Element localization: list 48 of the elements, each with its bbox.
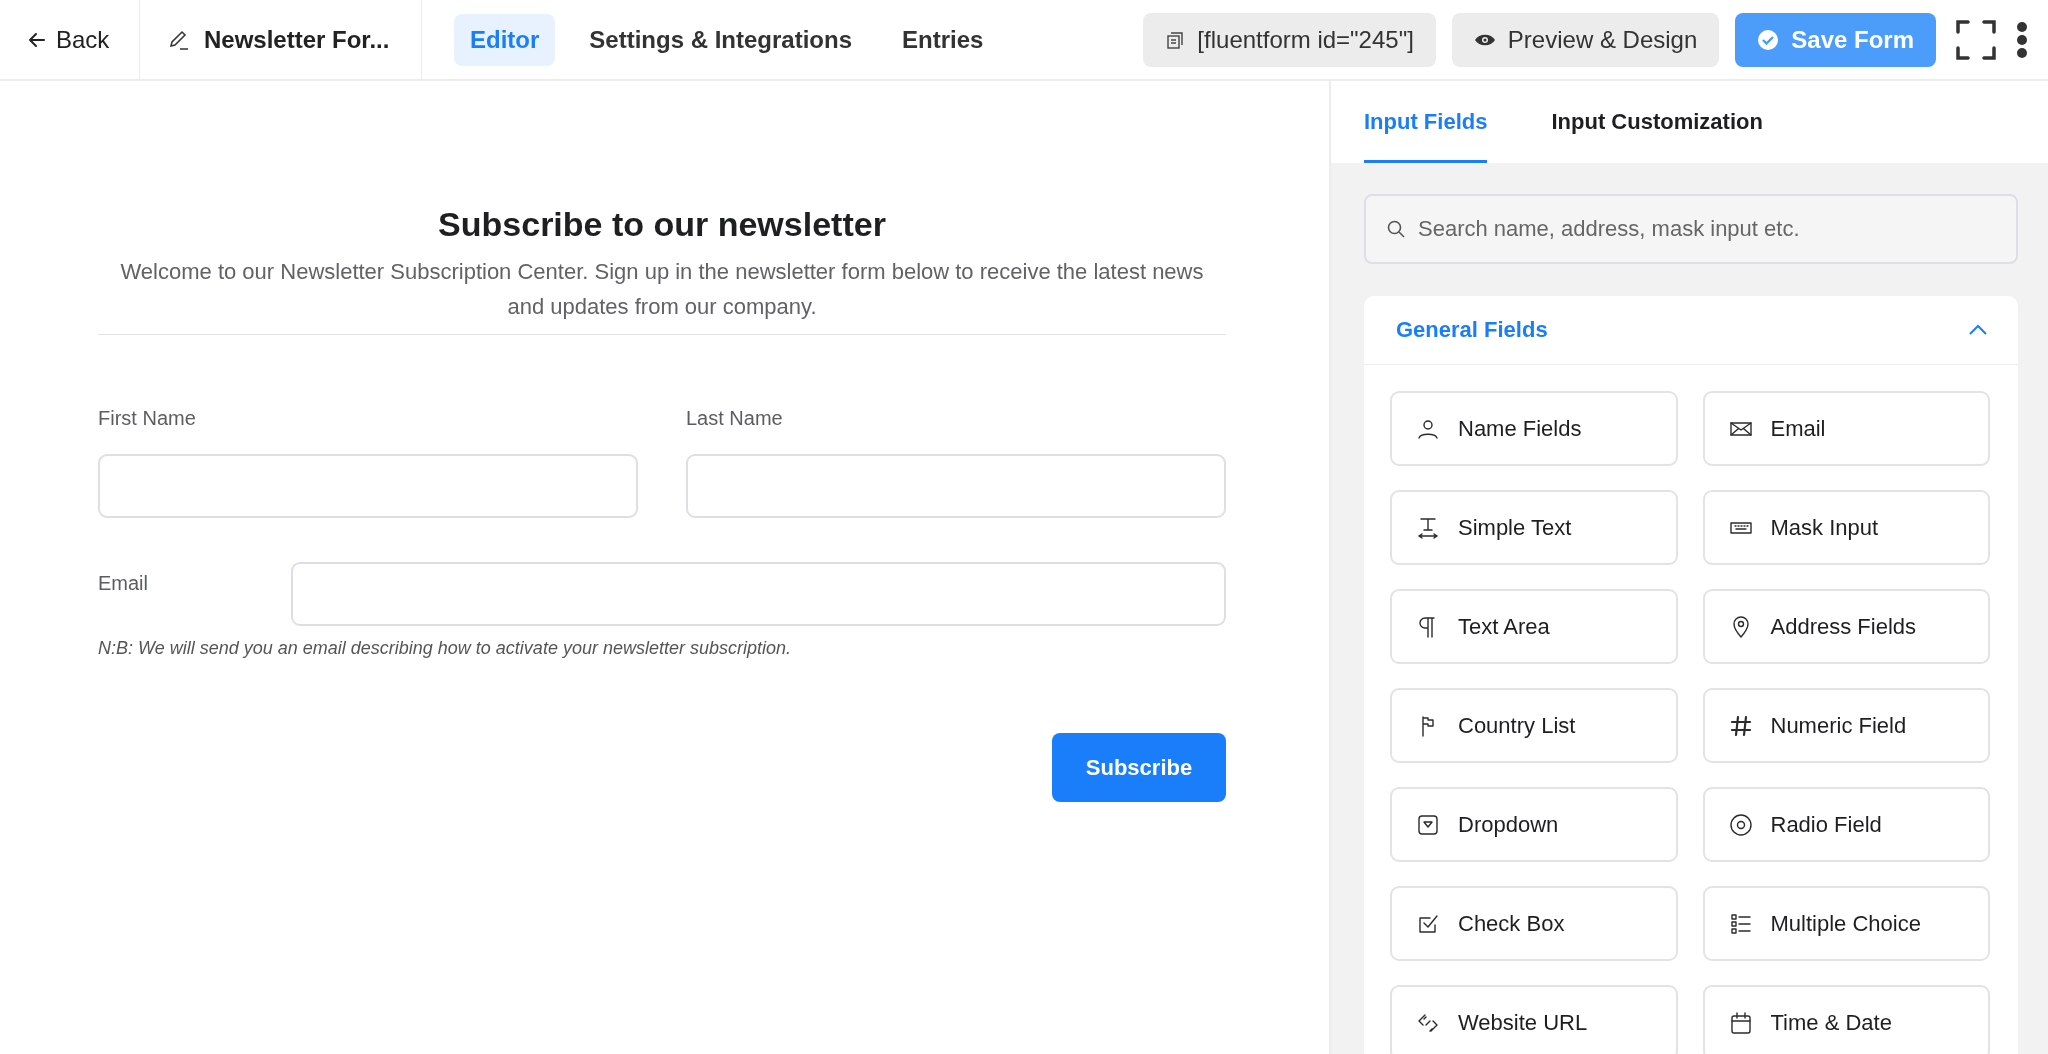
check-circle-icon <box>1757 28 1780 51</box>
panel-tab[interactable]: Input Fields <box>1364 84 1488 163</box>
chevron-icon <box>1968 324 1988 336</box>
form-name: Newsletter For... <box>204 25 390 54</box>
search-field[interactable]: Search name, address, mask input etc. <box>1364 194 2018 264</box>
field-type-button[interactable]: Check Box <box>1390 886 1678 961</box>
last-name-field[interactable] <box>686 454 1226 518</box>
list-icon <box>1728 911 1753 936</box>
shortcode-button[interactable]: [fluentform id="245"] <box>1143 12 1436 67</box>
back-button[interactable]: Back <box>0 0 140 79</box>
field-type-button[interactable]: Address Fields <box>1702 589 1990 664</box>
eye-icon <box>1473 32 1496 47</box>
field-type-button[interactable]: Text Area <box>1390 589 1678 664</box>
help-note: N:B: We will send you an email describing how to activate your newsletter subscription. <box>98 638 792 659</box>
fullscreen-icon[interactable] <box>1956 19 1996 60</box>
subscribe-button[interactable]: Subscribe <box>1052 733 1226 802</box>
form-title: Subscribe to our newsletter <box>437 205 887 244</box>
field-type-button[interactable]: Numeric Field <box>1702 688 1990 763</box>
field-type-button[interactable]: Country List <box>1390 688 1678 763</box>
field-label: Last Name <box>686 407 784 430</box>
field-type-button[interactable]: Dropdown <box>1390 787 1678 862</box>
hash-icon <box>1728 713 1753 738</box>
form-description: Welcome to our Newsletter Subscription Center. Sign up in the newsletter form below to receive the latest news and updates from our company. <box>119 258 1205 321</box>
dropdown-icon <box>1416 812 1440 837</box>
back-arrow-icon <box>28 30 46 49</box>
nav-tab[interactable]: Settings & Integrations <box>573 13 868 66</box>
more-options-icon[interactable] <box>2016 19 2028 60</box>
field-type-button[interactable]: Name Fields <box>1390 391 1678 466</box>
preview-button[interactable]: Preview & Design <box>1451 12 1720 67</box>
field-label: Email <box>98 572 149 596</box>
field-label: First Name <box>98 407 197 430</box>
field-type-button[interactable]: Multiple Choice <box>1702 886 1990 961</box>
field-type-button[interactable]: Email <box>1702 391 1990 466</box>
first-name-field[interactable] <box>98 454 638 518</box>
field-type-button[interactable]: Simple Text <box>1390 490 1678 565</box>
field-type-button[interactable]: Website URL <box>1390 985 1678 1054</box>
calendar-icon <box>1728 1010 1753 1035</box>
field-type-button[interactable]: Time & Date <box>1702 985 1990 1054</box>
field-type-button[interactable]: Radio Field <box>1702 787 1990 862</box>
copy-icon <box>1165 29 1186 50</box>
pencil-icon <box>168 28 190 51</box>
text-cursor-icon <box>1416 515 1440 540</box>
radio-icon <box>1728 812 1753 837</box>
nav-tab[interactable]: Entries <box>886 13 1000 66</box>
email-field[interactable] <box>291 562 1226 626</box>
field-type-button[interactable]: Mask Input <box>1702 490 1990 565</box>
section-header[interactable]: General Fields <box>1364 296 2018 365</box>
panel-tab[interactable]: Input Customization <box>1551 84 1763 163</box>
